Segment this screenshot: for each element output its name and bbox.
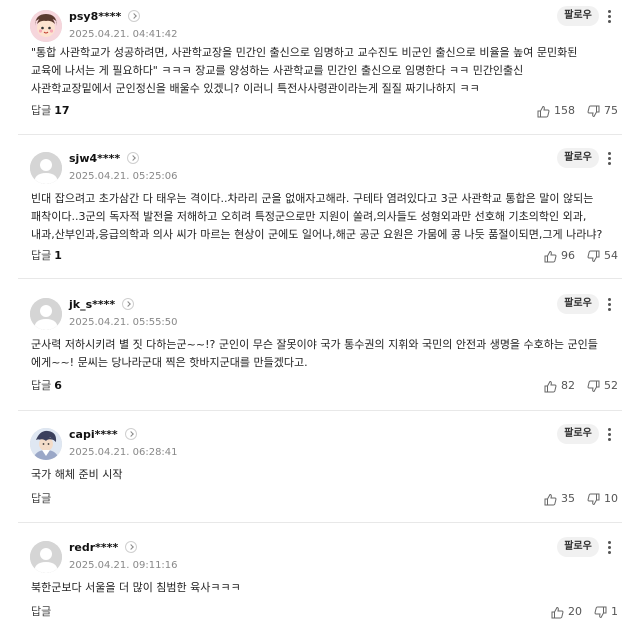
chevron-right-icon[interactable] [127, 152, 140, 164]
reply-count[interactable]: 6 [54, 379, 62, 392]
follow-button[interactable]: 팔로우 [557, 6, 599, 26]
more-options-icon[interactable] [603, 149, 617, 167]
character-avatar[interactable] [30, 428, 62, 460]
dislike-count: 52 [604, 379, 618, 392]
comment-text: "통합 사관학교가 성공하려면, 사관학교장을 민간인 출신으로 임명하고 교수… [31, 46, 578, 95]
reply-label[interactable]: 답글 [31, 104, 51, 117]
like-count: 96 [561, 249, 575, 262]
thumbs-up-icon [544, 250, 557, 262]
vote-group: 35 10 [532, 492, 618, 506]
follow-button[interactable]: 팔로우 [557, 537, 599, 557]
thumbs-down-icon [587, 493, 600, 505]
reply-count[interactable]: 17 [54, 104, 69, 117]
like-button[interactable]: 158 [537, 104, 575, 118]
like-button[interactable]: 96 [544, 249, 575, 263]
divider [18, 522, 622, 523]
more-options-icon[interactable] [603, 295, 617, 313]
username-text[interactable]: sjw4**** [69, 152, 120, 165]
reply-button[interactable]: 답글 17 [31, 104, 70, 118]
vote-group: 82 52 [532, 379, 618, 393]
vote-group: 96 54 [532, 249, 618, 263]
default-user-avatar[interactable] [30, 152, 62, 184]
comment-text: 군사력 저하시키려 별 짓 다하는군~~!? 군인이 무슨 잘못이야 국가 통수… [31, 338, 598, 369]
username[interactable]: capi**** [69, 428, 137, 442]
default-user-avatar[interactable] [30, 298, 62, 330]
thumbs-down-icon [587, 105, 600, 117]
reply-button[interactable]: 답글 [31, 492, 54, 506]
follow-button[interactable]: 팔로우 [557, 148, 599, 168]
reply-label[interactable]: 답글 [31, 379, 51, 392]
like-count: 82 [561, 379, 575, 392]
chevron-right-icon[interactable] [125, 541, 138, 553]
vote-group: 158 75 [525, 104, 618, 118]
thumbs-down-icon [587, 380, 600, 392]
more-options-icon[interactable] [603, 425, 617, 443]
dislike-button[interactable]: 52 [587, 379, 618, 393]
reply-label[interactable]: 답글 [31, 605, 51, 618]
reply-label[interactable]: 답글 [31, 492, 51, 505]
more-options-icon[interactable] [603, 538, 617, 556]
reply-button[interactable]: 답글 1 [31, 249, 62, 263]
thumbs-down-icon [587, 250, 600, 262]
dislike-count: 1 [611, 605, 618, 618]
comment-text: 국가 해체 준비 시작 [31, 468, 123, 481]
username[interactable]: redr**** [69, 541, 138, 555]
comment-date: 2025.04.21. 06:28:41 [69, 447, 178, 458]
username-text[interactable]: redr**** [69, 541, 118, 554]
dislike-button[interactable]: 54 [587, 249, 618, 263]
username[interactable]: sjw4**** [69, 152, 140, 166]
dislike-count: 75 [604, 104, 618, 117]
username-text[interactable]: psy8**** [69, 10, 121, 23]
dislike-button[interactable]: 75 [587, 104, 618, 118]
thumbs-up-icon [551, 606, 564, 618]
like-count: 158 [554, 104, 575, 117]
follow-button[interactable]: 팔로우 [557, 294, 599, 314]
chevron-right-icon[interactable] [122, 298, 135, 310]
username[interactable]: psy8**** [69, 10, 141, 24]
more-options-icon[interactable] [603, 7, 617, 25]
reply-button[interactable]: 답글 6 [31, 379, 62, 393]
follow-button[interactable]: 팔로우 [557, 424, 599, 444]
chevron-right-icon[interactable] [124, 428, 137, 440]
like-button[interactable]: 82 [544, 379, 575, 393]
username[interactable]: jk_s**** [69, 298, 135, 312]
dislike-count: 10 [604, 492, 618, 505]
dislike-button[interactable]: 10 [587, 492, 618, 506]
thumbs-up-icon [544, 493, 557, 505]
comment-date: 2025.04.21. 09:11:16 [69, 560, 178, 571]
comment-date: 2025.04.21. 05:25:06 [69, 171, 178, 182]
divider [18, 278, 622, 279]
divider [18, 410, 622, 411]
boy-face-avatar[interactable] [30, 10, 62, 42]
comment-date: 2025.04.21. 05:55:50 [69, 317, 178, 328]
thumbs-up-icon [544, 380, 557, 392]
divider [18, 134, 622, 135]
reply-label[interactable]: 답글 [31, 249, 51, 262]
reply-button[interactable]: 답글 [31, 605, 54, 619]
username-text[interactable]: capi**** [69, 428, 118, 441]
like-count: 20 [568, 605, 582, 618]
chevron-right-icon[interactable] [128, 10, 141, 22]
like-button[interactable]: 20 [551, 605, 582, 619]
thumbs-up-icon [537, 105, 550, 117]
reply-count[interactable]: 1 [54, 249, 62, 262]
comment-text: 북한군보다 서울을 더 많이 침범한 육사ㅋㅋㅋ [31, 581, 241, 594]
comment-text: 빈대 잡으려고 초가삼간 다 태우는 격이다..차라리 군을 없애자고해라. 구… [31, 192, 603, 241]
vote-group: 20 1 [539, 605, 618, 619]
like-count: 35 [561, 492, 575, 505]
dislike-button[interactable]: 1 [594, 605, 618, 619]
like-button[interactable]: 35 [544, 492, 575, 506]
username-text[interactable]: jk_s**** [69, 298, 115, 311]
default-user-avatar[interactable] [30, 541, 62, 573]
thumbs-down-icon [594, 606, 607, 618]
comment-list: psy8**** 2025.04.21. 04:41:42 팔로우 "통합 사관… [0, 0, 640, 629]
dislike-count: 54 [604, 249, 618, 262]
comment-date: 2025.04.21. 04:41:42 [69, 29, 178, 40]
